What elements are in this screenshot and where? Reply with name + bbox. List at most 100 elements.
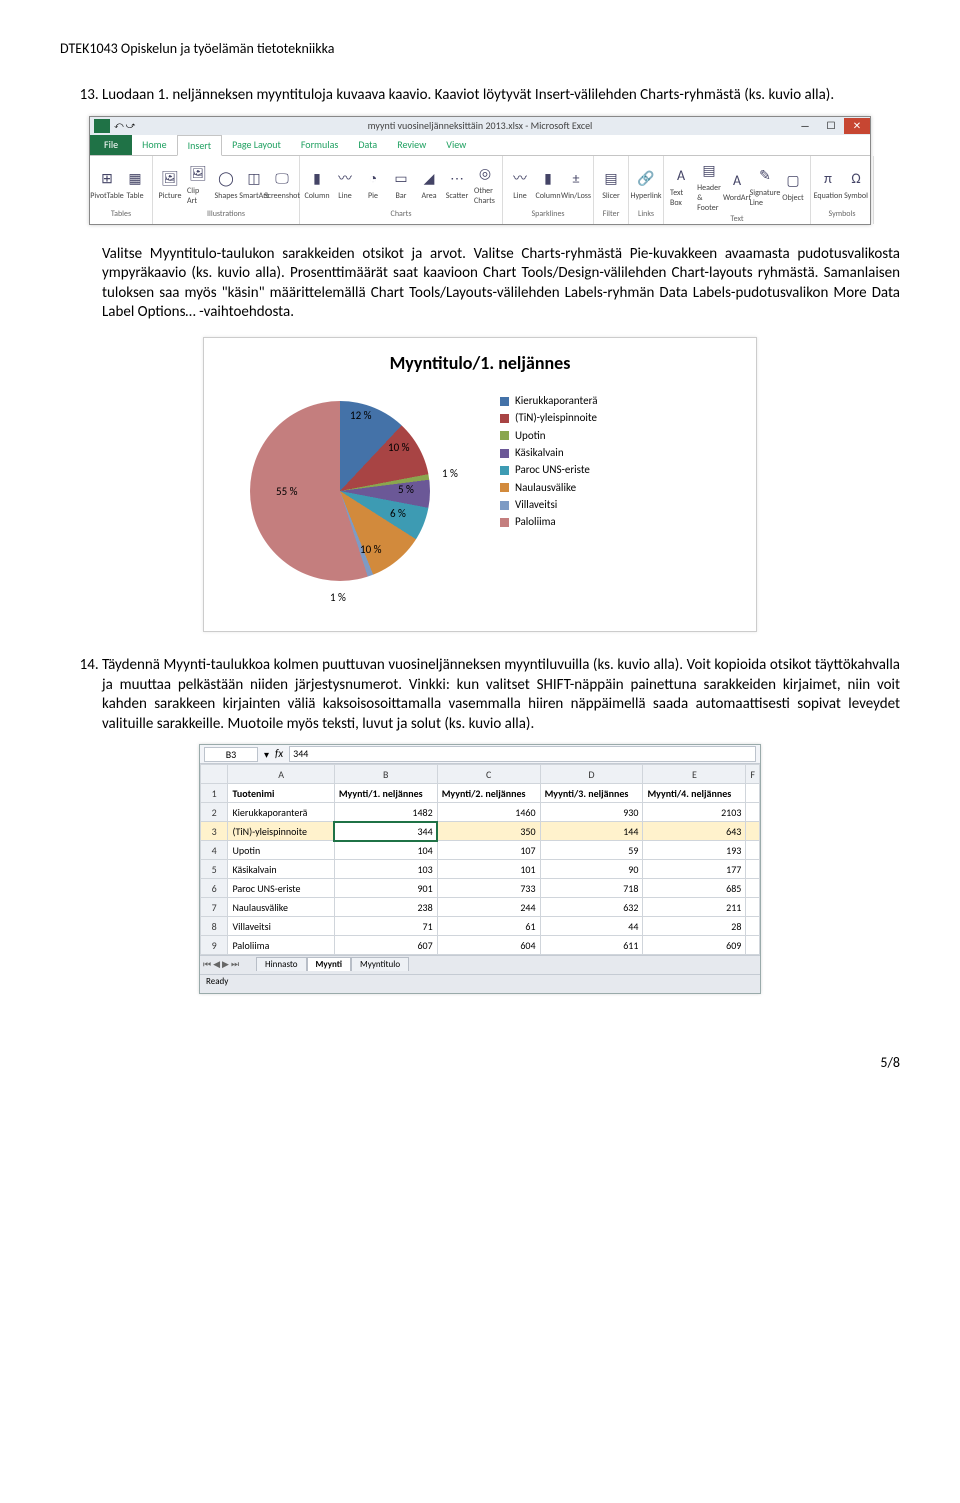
column-header[interactable] (201, 765, 228, 784)
row-header[interactable]: 4 (201, 841, 228, 860)
bar-button[interactable]: ▭Bar (390, 168, 412, 201)
sheet-tab[interactable]: Myyntitulo (351, 957, 409, 971)
cell[interactable]: Upotin (228, 841, 334, 860)
clip-art-button[interactable]: 🖼Clip Art (187, 163, 209, 207)
cell[interactable]: 609 (643, 936, 746, 955)
equation-button[interactable]: πEquation (817, 168, 839, 201)
signature-line-button[interactable]: ✎Signature Line (754, 165, 776, 209)
cell[interactable]: 211 (643, 898, 746, 917)
row-header[interactable]: 3 (201, 822, 228, 841)
cell[interactable] (746, 803, 760, 822)
screenshot-button[interactable]: 🖵Screenshot (271, 168, 293, 201)
cell[interactable]: 238 (334, 898, 437, 917)
row-header[interactable]: 1 (201, 784, 228, 803)
cell[interactable]: 733 (437, 879, 540, 898)
column-header[interactable]: E (643, 765, 746, 784)
cell[interactable]: 604 (437, 936, 540, 955)
table-button[interactable]: ▦Table (124, 168, 146, 201)
column-header[interactable]: C (437, 765, 540, 784)
other-charts-button[interactable]: ◎Other Charts (474, 163, 496, 207)
cell[interactable]: 103 (334, 860, 437, 879)
cell[interactable]: Myynti/4. neljännes (643, 784, 746, 803)
row-header[interactable]: 6 (201, 879, 228, 898)
header-footer-button[interactable]: ▤Header & Footer (698, 160, 720, 214)
cell[interactable]: 611 (540, 936, 643, 955)
cell[interactable] (746, 784, 760, 803)
shapes-button[interactable]: ◯Shapes (215, 168, 237, 201)
cell[interactable]: 59 (540, 841, 643, 860)
cell[interactable]: 244 (437, 898, 540, 917)
cell[interactable]: Tuotenimi (228, 784, 334, 803)
cell[interactable]: 193 (643, 841, 746, 860)
cell[interactable] (746, 898, 760, 917)
cell[interactable] (746, 936, 760, 955)
ribbon-tab[interactable]: Review (387, 135, 436, 155)
cell[interactable]: 104 (334, 841, 437, 860)
picture-button[interactable]: 🖼Picture (159, 168, 181, 201)
cell[interactable]: Naulausvälike (228, 898, 334, 917)
row-header[interactable]: 2 (201, 803, 228, 822)
cell[interactable]: Kierukkaporanterä (228, 803, 334, 822)
ribbon-tab[interactable]: File (90, 135, 132, 155)
ribbon-tab[interactable]: Formulas (291, 135, 348, 155)
scatter-button[interactable]: ⋯Scatter (446, 168, 468, 201)
cell[interactable]: 685 (643, 879, 746, 898)
ribbon-tab[interactable]: Page Layout (222, 135, 291, 155)
line-button[interactable]: 〰Line (334, 168, 356, 201)
cell[interactable]: 350 (437, 822, 540, 841)
cell[interactable]: 607 (334, 936, 437, 955)
cell[interactable]: (TiN)-yleispinnoite (228, 822, 334, 841)
cell[interactable]: 718 (540, 879, 643, 898)
cell[interactable] (746, 841, 760, 860)
cell[interactable]: Myynti/2. neljännes (437, 784, 540, 803)
row-header[interactable]: 9 (201, 936, 228, 955)
column-header[interactable]: A (228, 765, 334, 784)
cell[interactable]: 28 (643, 917, 746, 936)
ribbon-tab[interactable]: Home (132, 135, 176, 155)
cell[interactable]: Käsikalvain (228, 860, 334, 879)
cell[interactable]: Paloliima (228, 936, 334, 955)
cell[interactable] (746, 822, 760, 841)
line-button[interactable]: 〰Line (509, 168, 531, 201)
cell[interactable]: 144 (540, 822, 643, 841)
cell[interactable]: Paroc UNS-eriste (228, 879, 334, 898)
cell[interactable] (746, 917, 760, 936)
column-button[interactable]: ▮Column (537, 168, 559, 201)
area-button[interactable]: ◢Area (418, 168, 440, 201)
cell[interactable]: 107 (437, 841, 540, 860)
column-header[interactable]: B (334, 765, 437, 784)
row-header[interactable]: 7 (201, 898, 228, 917)
cell[interactable]: Villaveitsi (228, 917, 334, 936)
cell[interactable]: 344 (334, 822, 437, 841)
pie-button[interactable]: ◔Pie (362, 168, 384, 201)
row-header[interactable]: 8 (201, 917, 228, 936)
cell[interactable]: 61 (437, 917, 540, 936)
ribbon-tab[interactable]: View (436, 135, 476, 155)
pivottable-button[interactable]: ⊞PivotTable (96, 168, 118, 201)
object-button[interactable]: ▢Object (782, 170, 804, 203)
smartart-button[interactable]: ◫SmartArt (243, 168, 265, 201)
hyperlink-button[interactable]: 🔗Hyperlink (635, 168, 657, 201)
column-header[interactable]: F (746, 765, 760, 784)
symbol-button[interactable]: ΩSymbol (845, 168, 867, 201)
cell[interactable]: 632 (540, 898, 643, 917)
ribbon-tab[interactable]: Data (348, 135, 387, 155)
cell[interactable]: 1460 (437, 803, 540, 822)
cell[interactable]: 930 (540, 803, 643, 822)
cell[interactable]: 44 (540, 917, 643, 936)
ribbon-tab[interactable]: Insert (177, 135, 223, 156)
slicer-button[interactable]: ▤Slicer (600, 168, 622, 201)
cell[interactable] (746, 860, 760, 879)
sheet-tab[interactable]: Myynti (307, 957, 351, 971)
sheet-tab[interactable]: Hinnasto (256, 957, 307, 971)
cell[interactable]: 101 (437, 860, 540, 879)
cell[interactable]: 177 (643, 860, 746, 879)
win-loss-button[interactable]: ±Win/Loss (565, 168, 587, 201)
cell[interactable]: 643 (643, 822, 746, 841)
cell[interactable]: 901 (334, 879, 437, 898)
cell[interactable]: Myynti/1. neljännes (334, 784, 437, 803)
column-button[interactable]: ▮Column (306, 168, 328, 201)
column-header[interactable]: D (540, 765, 643, 784)
text-box-button[interactable]: AText Box (670, 165, 692, 209)
cell[interactable] (746, 879, 760, 898)
